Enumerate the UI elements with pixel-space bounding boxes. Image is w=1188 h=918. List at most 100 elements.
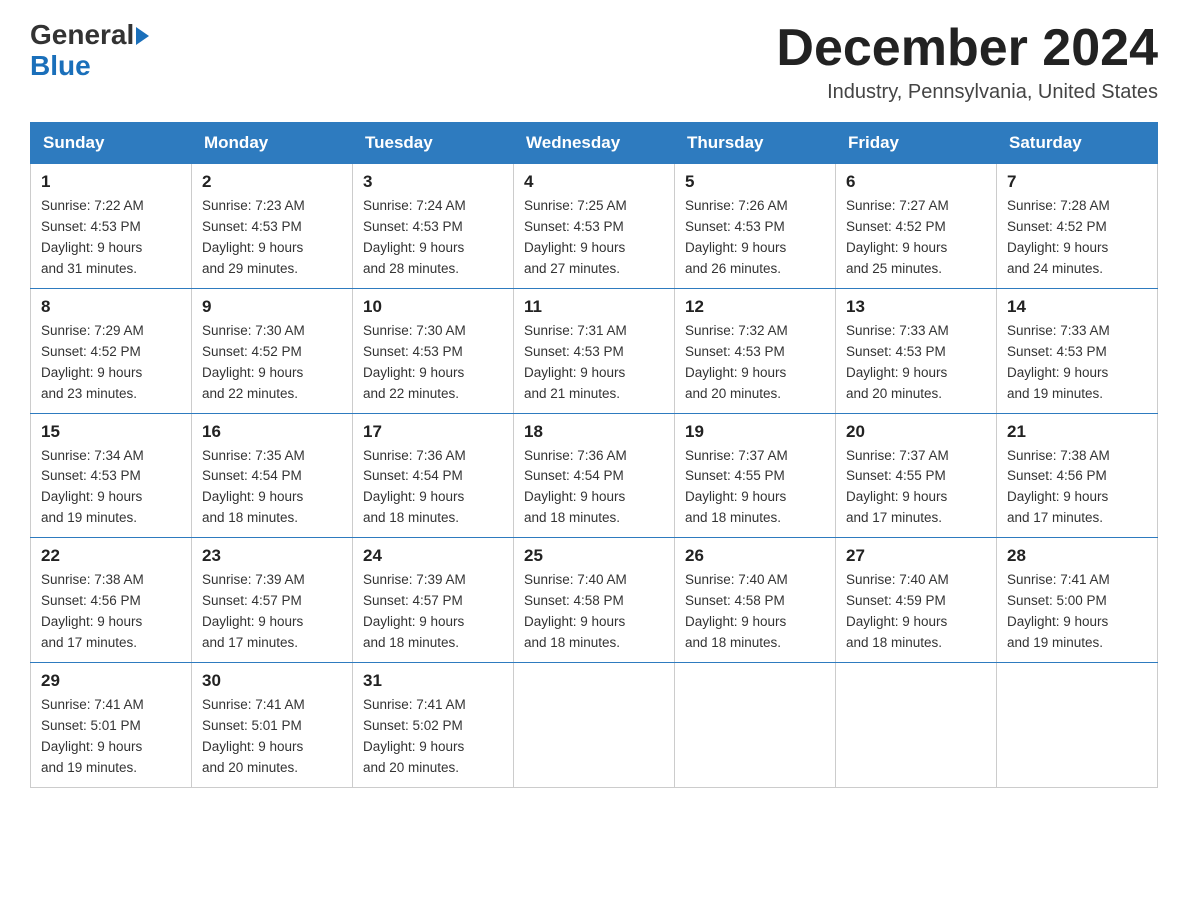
day-number: 14 [1007, 297, 1147, 317]
calendar-cell: 9 Sunrise: 7:30 AMSunset: 4:52 PMDaylight… [192, 288, 353, 413]
day-number: 30 [202, 671, 342, 691]
calendar-cell: 17 Sunrise: 7:36 AMSunset: 4:54 PMDayligh… [353, 413, 514, 538]
day-number: 16 [202, 422, 342, 442]
day-of-week-header: Monday [192, 123, 353, 164]
day-of-week-header: Friday [836, 123, 997, 164]
day-number: 24 [363, 546, 503, 566]
calendar-cell: 19Sunrise: 7:37 AMSunset: 4:55 PMDayligh… [675, 413, 836, 538]
day-info: Sunrise: 7:41 AMSunset: 5:01 PMDaylight:… [202, 695, 342, 779]
day-of-week-header: Sunday [31, 123, 192, 164]
day-number: 12 [685, 297, 825, 317]
calendar-cell: 24 Sunrise: 7:39 AMSunset: 4:57 PMDayligh… [353, 538, 514, 663]
day-info: Sunrise: 7:40 AMSunset: 4:58 PMDaylight:… [685, 570, 825, 654]
day-number: 21 [1007, 422, 1147, 442]
calendar-cell: 31 Sunrise: 7:41 AMSunset: 5:02 PMDayligh… [353, 662, 514, 787]
day-info: Sunrise: 7:35 AMSunset: 4:54 PMDaylight:… [202, 446, 342, 530]
calendar-cell: 2 Sunrise: 7:23 AMSunset: 4:53 PMDaylight… [192, 164, 353, 289]
calendar-body: 1Sunrise: 7:22 AMSunset: 4:53 PMDaylight… [31, 164, 1158, 787]
day-number: 26 [685, 546, 825, 566]
day-info: Sunrise: 7:38 AMSunset: 4:56 PMDaylight:… [41, 570, 181, 654]
day-number: 4 [524, 172, 664, 192]
logo: General Blue [30, 20, 149, 82]
day-number: 29 [41, 671, 181, 691]
calendar-cell: 13Sunrise: 7:33 AMSunset: 4:53 PMDayligh… [836, 288, 997, 413]
title-block: December 2024 Industry, Pennsylvania, Un… [776, 20, 1158, 104]
day-info: Sunrise: 7:32 AMSunset: 4:53 PMDaylight:… [685, 321, 825, 405]
day-info: Sunrise: 7:29 AMSunset: 4:52 PMDaylight:… [41, 321, 181, 405]
day-info: Sunrise: 7:24 AMSunset: 4:53 PMDaylight:… [363, 196, 503, 280]
calendar-cell: 18Sunrise: 7:36 AMSunset: 4:54 PMDayligh… [514, 413, 675, 538]
day-info: Sunrise: 7:27 AMSunset: 4:52 PMDaylight:… [846, 196, 986, 280]
calendar-cell: 29 Sunrise: 7:41 AMSunset: 5:01 PMDayligh… [31, 662, 192, 787]
day-number: 31 [363, 671, 503, 691]
calendar-cell: 22Sunrise: 7:38 AMSunset: 4:56 PMDayligh… [31, 538, 192, 663]
calendar-cell: 27 Sunrise: 7:40 AMSunset: 4:59 PMDayligh… [836, 538, 997, 663]
calendar-location: Industry, Pennsylvania, United States [776, 81, 1158, 104]
calendar-cell: 25 Sunrise: 7:40 AMSunset: 4:58 PMDayligh… [514, 538, 675, 663]
day-info: Sunrise: 7:34 AMSunset: 4:53 PMDaylight:… [41, 446, 181, 530]
day-number: 23 [202, 546, 342, 566]
day-number: 8 [41, 297, 181, 317]
day-info: Sunrise: 7:33 AMSunset: 4:53 PMDaylight:… [846, 321, 986, 405]
calendar-cell: 14 Sunrise: 7:33 AMSunset: 4:53 PMDayligh… [997, 288, 1158, 413]
calendar-cell: 23 Sunrise: 7:39 AMSunset: 4:57 PMDayligh… [192, 538, 353, 663]
day-info: Sunrise: 7:41 AMSunset: 5:00 PMDaylight:… [1007, 570, 1147, 654]
day-info: Sunrise: 7:40 AMSunset: 4:59 PMDaylight:… [846, 570, 986, 654]
calendar-header: SundayMondayTuesdayWednesdayThursdayFrid… [31, 123, 1158, 164]
calendar-cell: 4 Sunrise: 7:25 AMSunset: 4:53 PMDaylight… [514, 164, 675, 289]
calendar-cell: 1Sunrise: 7:22 AMSunset: 4:53 PMDaylight… [31, 164, 192, 289]
day-info: Sunrise: 7:26 AMSunset: 4:53 PMDaylight:… [685, 196, 825, 280]
day-number: 2 [202, 172, 342, 192]
day-number: 11 [524, 297, 664, 317]
logo-general-text: General [30, 20, 134, 51]
calendar-cell: 20Sunrise: 7:37 AMSunset: 4:55 PMDayligh… [836, 413, 997, 538]
day-of-week-header: Wednesday [514, 123, 675, 164]
day-info: Sunrise: 7:23 AMSunset: 4:53 PMDaylight:… [202, 196, 342, 280]
day-number: 9 [202, 297, 342, 317]
calendar-cell [836, 662, 997, 787]
day-of-week-header: Tuesday [353, 123, 514, 164]
day-number: 7 [1007, 172, 1147, 192]
day-number: 25 [524, 546, 664, 566]
calendar-cell: 3 Sunrise: 7:24 AMSunset: 4:53 PMDaylight… [353, 164, 514, 289]
day-info: Sunrise: 7:37 AMSunset: 4:55 PMDaylight:… [846, 446, 986, 530]
calendar-week-row: 15 Sunrise: 7:34 AMSunset: 4:53 PMDayligh… [31, 413, 1158, 538]
day-info: Sunrise: 7:36 AMSunset: 4:54 PMDaylight:… [524, 446, 664, 530]
calendar-cell: 16 Sunrise: 7:35 AMSunset: 4:54 PMDayligh… [192, 413, 353, 538]
day-number: 6 [846, 172, 986, 192]
day-info: Sunrise: 7:41 AMSunset: 5:02 PMDaylight:… [363, 695, 503, 779]
day-of-week-header: Saturday [997, 123, 1158, 164]
day-info: Sunrise: 7:33 AMSunset: 4:53 PMDaylight:… [1007, 321, 1147, 405]
day-info: Sunrise: 7:22 AMSunset: 4:53 PMDaylight:… [41, 196, 181, 280]
calendar-week-row: 29 Sunrise: 7:41 AMSunset: 5:01 PMDayligh… [31, 662, 1158, 787]
calendar-cell: 10Sunrise: 7:30 AMSunset: 4:53 PMDayligh… [353, 288, 514, 413]
day-info: Sunrise: 7:25 AMSunset: 4:53 PMDaylight:… [524, 196, 664, 280]
day-of-week-header: Thursday [675, 123, 836, 164]
day-info: Sunrise: 7:41 AMSunset: 5:01 PMDaylight:… [41, 695, 181, 779]
calendar-cell: 15 Sunrise: 7:34 AMSunset: 4:53 PMDayligh… [31, 413, 192, 538]
calendar-cell [514, 662, 675, 787]
day-number: 15 [41, 422, 181, 442]
day-number: 19 [685, 422, 825, 442]
calendar-cell: 7 Sunrise: 7:28 AMSunset: 4:52 PMDaylight… [997, 164, 1158, 289]
day-number: 27 [846, 546, 986, 566]
day-info: Sunrise: 7:28 AMSunset: 4:52 PMDaylight:… [1007, 196, 1147, 280]
calendar-cell: 28 Sunrise: 7:41 AMSunset: 5:00 PMDayligh… [997, 538, 1158, 663]
day-info: Sunrise: 7:30 AMSunset: 4:52 PMDaylight:… [202, 321, 342, 405]
calendar-cell: 5 Sunrise: 7:26 AMSunset: 4:53 PMDaylight… [675, 164, 836, 289]
day-info: Sunrise: 7:39 AMSunset: 4:57 PMDaylight:… [202, 570, 342, 654]
day-info: Sunrise: 7:36 AMSunset: 4:54 PMDaylight:… [363, 446, 503, 530]
calendar-table: SundayMondayTuesdayWednesdayThursdayFrid… [30, 122, 1158, 787]
day-info: Sunrise: 7:40 AMSunset: 4:58 PMDaylight:… [524, 570, 664, 654]
day-info: Sunrise: 7:39 AMSunset: 4:57 PMDaylight:… [363, 570, 503, 654]
calendar-cell [997, 662, 1158, 787]
header-row: SundayMondayTuesdayWednesdayThursdayFrid… [31, 123, 1158, 164]
day-number: 3 [363, 172, 503, 192]
calendar-cell [675, 662, 836, 787]
day-number: 5 [685, 172, 825, 192]
calendar-cell: 8 Sunrise: 7:29 AMSunset: 4:52 PMDaylight… [31, 288, 192, 413]
day-number: 28 [1007, 546, 1147, 566]
calendar-cell: 26 Sunrise: 7:40 AMSunset: 4:58 PMDayligh… [675, 538, 836, 663]
calendar-week-row: 8 Sunrise: 7:29 AMSunset: 4:52 PMDaylight… [31, 288, 1158, 413]
day-number: 17 [363, 422, 503, 442]
